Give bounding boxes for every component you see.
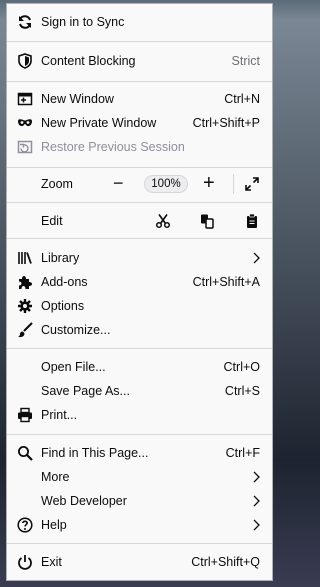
new-window-shortcut: Ctrl+N [224,92,260,106]
restore-previous-session-item[interactable]: Restore Previous Session [7,135,272,159]
content-blocking-item[interactable]: Content Blocking Strict [7,49,272,73]
library-label: Library [41,251,80,265]
separator [7,81,272,82]
find-shortcut: Ctrl+F [225,446,260,460]
help-icon [17,517,33,533]
printer-icon [18,407,32,423]
restore-session-label: Restore Previous Session [41,140,185,154]
save-page-shortcut: Ctrl+S [224,384,260,398]
zoom-divider [233,174,234,194]
zoom-out-button[interactable]: − [113,174,124,192]
content-blocking-label: Content Blocking [41,54,136,68]
separator [7,167,272,168]
paste-icon[interactable] [244,213,260,229]
open-file-shortcut: Ctrl+O [223,360,260,374]
chevron-right-icon [253,519,260,531]
shield-icon [18,53,32,69]
options-label: Options [41,299,85,313]
copy-icon[interactable] [199,213,215,229]
library-icon [18,252,32,264]
chevron-right-icon [253,471,260,483]
chevron-right-icon [253,495,260,507]
sign-in-to-sync-item[interactable]: Sign in to Sync [7,10,272,34]
exit-label: Exit [41,555,62,569]
open-file-label: Open File... [41,360,106,374]
fullscreen-icon[interactable] [244,176,260,192]
print-label: Print... [41,408,78,422]
cut-icon[interactable] [155,213,171,229]
exit-shortcut: Ctrl+Shift+Q [191,555,260,569]
customize-item[interactable]: Customize... [7,318,272,342]
separator [7,41,272,42]
web-developer-item[interactable]: Web Developer [7,489,272,513]
add-ons-shortcut: Ctrl+Shift+A [192,275,260,289]
customize-label: Customize... [41,323,111,337]
new-private-window-item[interactable]: New Private Window Ctrl+Shift+P [7,111,272,135]
separator [7,434,272,435]
chevron-right-icon [253,252,260,264]
add-ons-label: Add-ons [41,275,88,289]
new-window-item[interactable]: New Window Ctrl+N [7,87,272,111]
zoom-in-button[interactable]: + [203,173,215,193]
find-label: Find in This Page... [41,446,149,460]
add-ons-item[interactable]: Add-ons Ctrl+Shift+A [7,270,272,294]
separator [7,238,272,239]
exit-item[interactable]: Exit Ctrl+Shift+Q [7,550,272,574]
edit-label: Edit [41,214,63,228]
separator [7,543,272,544]
find-in-page-item[interactable]: Find in This Page... Ctrl+F [7,441,272,465]
zoom-label: Zoom [41,177,73,191]
separator [7,202,272,203]
save-page-label: Save Page As... [41,384,130,398]
gear-icon [18,299,32,313]
help-label: Help [41,518,67,532]
private-mask-icon [18,119,32,127]
more-item[interactable]: More [7,465,272,489]
new-window-icon [17,92,33,106]
library-item[interactable]: Library [7,246,272,270]
puzzle-icon [19,276,32,289]
options-item[interactable]: Options [7,294,272,318]
separator [7,348,272,349]
sign-in-label: Sign in to Sync [41,15,125,29]
zoom-controls: Zoom − 100% + [7,172,272,196]
sync-icon [19,15,31,29]
new-private-window-label: New Private Window [41,116,157,130]
edit-controls: Edit [7,209,272,233]
zoom-reset-button[interactable]: 100% [144,175,188,193]
new-private-window-shortcut: Ctrl+Shift+P [192,116,260,130]
restore-session-icon [17,140,33,154]
app-menu-panel: Sign in to Sync Content Blocking Strict … [6,3,273,581]
power-icon [18,555,32,570]
open-file-item[interactable]: Open File... Ctrl+O [7,355,272,379]
new-window-label: New Window [41,92,114,106]
print-item[interactable]: Print... [7,403,272,427]
more-label: More [41,470,70,484]
save-page-as-item[interactable]: Save Page As... Ctrl+S [7,379,272,403]
search-icon [18,446,33,461]
paintbrush-icon [18,322,33,338]
web-developer-label: Web Developer [41,494,127,508]
content-blocking-status: Strict [231,54,260,68]
help-item[interactable]: Help [7,513,272,537]
